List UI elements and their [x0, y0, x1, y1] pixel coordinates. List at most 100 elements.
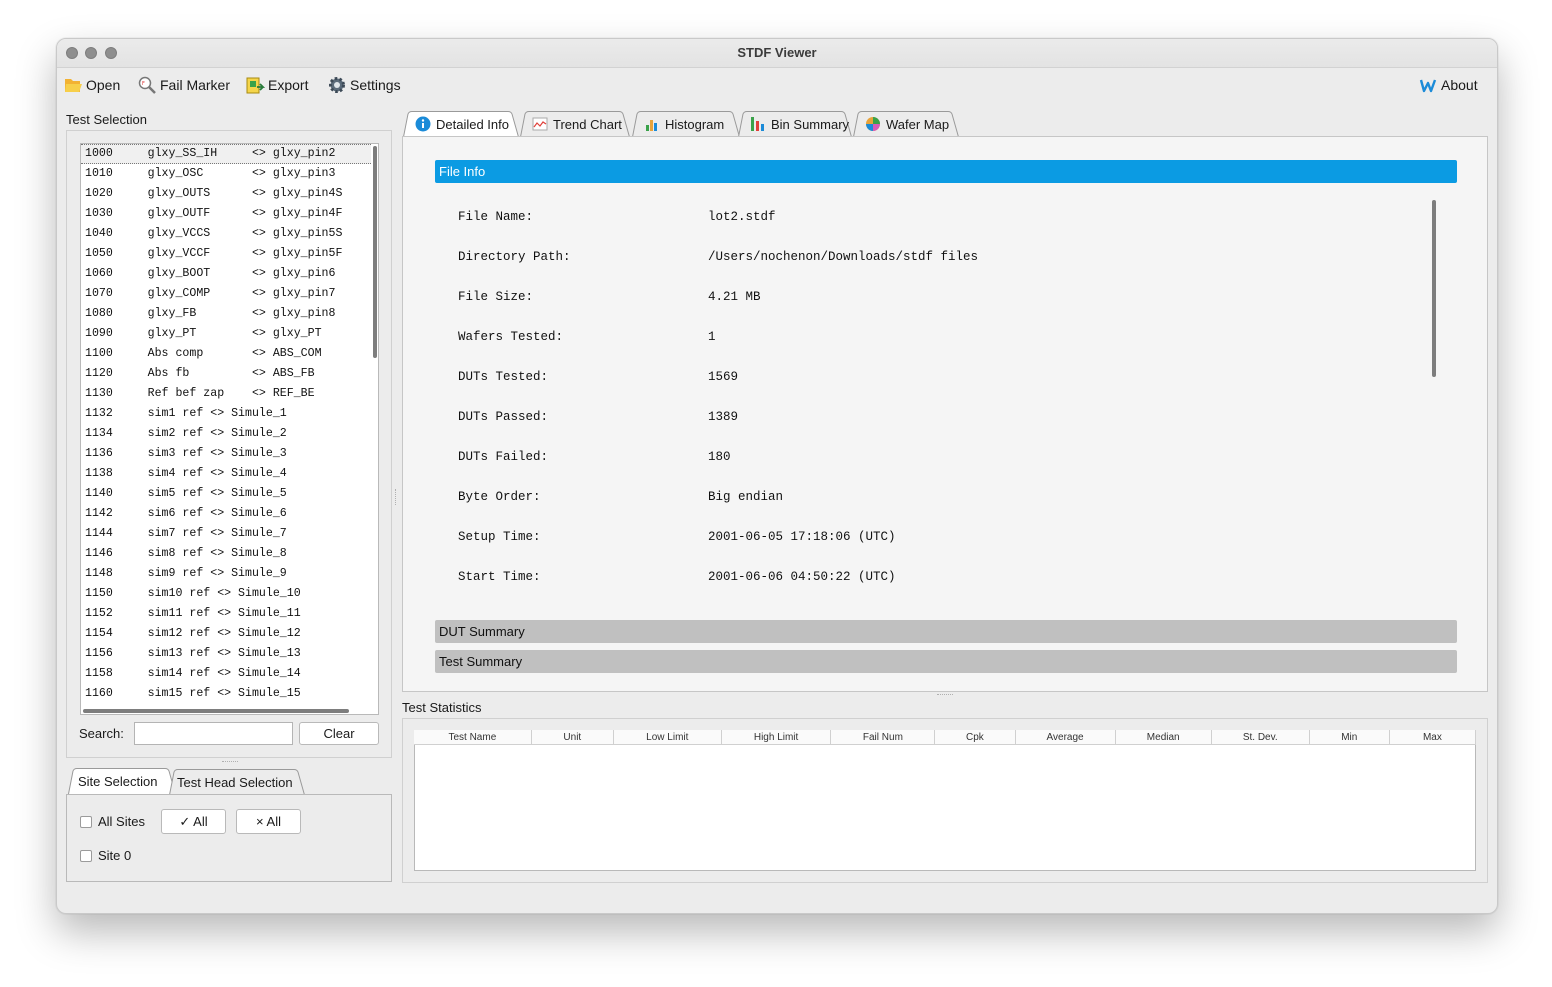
- about-button[interactable]: About: [1418, 75, 1478, 95]
- left-splitter-handle[interactable]: [222, 761, 238, 764]
- stats-column-header[interactable]: Cpk: [934, 730, 1016, 745]
- file-info-value: 1: [708, 330, 716, 344]
- test-list-item[interactable]: 1154 sim12 ref <> Simule_12: [81, 624, 371, 644]
- file-info-value: 180: [708, 450, 731, 464]
- test-list-item[interactable]: 1050 glxy_VCCF <> glxy_pin5F: [81, 244, 371, 264]
- test-list-horizontal-scrollbar[interactable]: [83, 709, 349, 713]
- tab-bin-summary[interactable]: Bin Summary: [738, 111, 852, 137]
- file-info-label: DUTs Passed:: [458, 410, 549, 424]
- folder-open-icon: [65, 79, 82, 92]
- stats-column-header[interactable]: St. Dev.: [1211, 730, 1310, 745]
- test-list-item[interactable]: 1130 Ref bef zap <> REF_BE: [81, 384, 371, 404]
- tab-detailed-info-label: Detailed Info: [436, 116, 509, 132]
- test-list-item[interactable]: 1120 Abs fb <> ABS_FB: [81, 364, 371, 384]
- test-list-item[interactable]: 1148 sim9 ref <> Simule_9: [81, 564, 371, 584]
- stats-column-header[interactable]: Min: [1309, 730, 1390, 745]
- test-list-item[interactable]: 1020 glxy_OUTS <> glxy_pin4S: [81, 184, 371, 204]
- uncheck-all-button[interactable]: × All: [236, 809, 301, 834]
- clear-button[interactable]: Clear: [299, 722, 379, 745]
- tab-histogram[interactable]: Histogram: [632, 111, 740, 137]
- all-sites-checkbox[interactable]: All Sites: [80, 814, 145, 829]
- test-list-item[interactable]: 1060 glxy_BOOT <> glxy_pin6: [81, 264, 371, 284]
- stats-column-header[interactable]: High Limit: [721, 730, 832, 745]
- stats-column-header[interactable]: Median: [1115, 730, 1212, 745]
- test-list-item[interactable]: 1000 glxy_SS_IH <> glxy_pin2: [81, 144, 371, 164]
- test-list-item[interactable]: 1152 sim11 ref <> Simule_11: [81, 604, 371, 624]
- stats-column-header[interactable]: Test Name: [414, 730, 532, 745]
- test-list-item[interactable]: 1160 sim15 ref <> Simule_15: [81, 684, 371, 704]
- title-bar: STDF Viewer: [57, 39, 1497, 68]
- test-list-item[interactable]: 1158 sim14 ref <> Simule_14: [81, 664, 371, 684]
- test-list-item[interactable]: 1040 glxy_VCCS <> glxy_pin5S: [81, 224, 371, 244]
- file-info-value: 4.21 MB: [708, 290, 761, 304]
- gear-icon: [329, 77, 345, 93]
- file-info-label: File Name:: [458, 210, 534, 224]
- trend-chart-icon: [532, 117, 548, 131]
- test-list-item[interactable]: 1010 glxy_OSC <> glxy_pin3: [81, 164, 371, 184]
- tab-site-selection-label: Site Selection: [78, 773, 158, 789]
- vertical-splitter-handle[interactable]: [395, 489, 398, 505]
- test-list[interactable]: 1000 glxy_SS_IH <> glxy_pin2 1010 glxy_OS…: [80, 143, 379, 715]
- file-info-scrollbar[interactable]: [1432, 200, 1436, 377]
- test-list-item[interactable]: 1080 glxy_FB <> glxy_pin8: [81, 304, 371, 324]
- file-info-value: 2001-06-05 17:18:06 (UTC): [708, 530, 896, 544]
- test-list-item[interactable]: 1150 sim10 ref <> Simule_10: [81, 584, 371, 604]
- test-summary-header[interactable]: Test Summary: [435, 650, 1457, 673]
- fail-marker-label: Fail Marker: [160, 77, 231, 93]
- tab-trend-chart[interactable]: Trend Chart: [520, 111, 630, 137]
- site-0-checkbox[interactable]: Site 0: [80, 848, 131, 863]
- check-all-button[interactable]: ✓ All: [161, 809, 226, 834]
- stats-column-header[interactable]: Fail Num: [830, 730, 936, 745]
- wafer-map-icon: [866, 117, 880, 131]
- file-info-value: lot2.stdf: [708, 210, 776, 224]
- file-info-value: 2001-06-06 04:50:22 (UTC): [708, 570, 896, 584]
- test-list-item[interactable]: 1146 sim8 ref <> Simule_8: [81, 544, 371, 564]
- file-info-header[interactable]: File Info: [435, 160, 1457, 183]
- stats-column-header[interactable]: Low Limit: [613, 730, 722, 745]
- test-list-item[interactable]: 1132 sim1 ref <> Simule_1: [81, 404, 371, 424]
- stats-column-header[interactable]: Average: [1015, 730, 1116, 745]
- tab-site-selection[interactable]: Site Selection: [68, 768, 176, 794]
- file-info-label: Byte Order:: [458, 490, 541, 504]
- open-button[interactable]: Open: [63, 75, 120, 95]
- tab-test-head-selection-label: Test Head Selection: [177, 774, 293, 790]
- export-button[interactable]: Export: [245, 75, 308, 95]
- file-info-label: Setup Time:: [458, 530, 541, 544]
- test-statistics-table: Test Name Unit Low Limit High Limit Fail Num…: [414, 730, 1477, 745]
- file-info-value: Big endian: [708, 490, 784, 504]
- tab-wafer-map[interactable]: Wafer Map: [853, 111, 959, 137]
- file-info-label: DUTs Failed:: [458, 450, 549, 464]
- test-list-vertical-scrollbar[interactable]: [373, 146, 377, 358]
- test-list-item[interactable]: 1156 sim13 ref <> Simule_13: [81, 644, 371, 664]
- tab-wafer-map-label: Wafer Map: [886, 116, 950, 132]
- bin-summary-icon: [751, 117, 764, 131]
- all-sites-label: All Sites: [98, 814, 145, 829]
- horizontal-splitter-handle[interactable]: [937, 694, 953, 697]
- fail-marker-button[interactable]: F Fail Marker: [137, 75, 230, 95]
- stats-column-header[interactable]: Max: [1389, 730, 1477, 745]
- tab-test-head-selection[interactable]: Test Head Selection: [169, 769, 305, 795]
- settings-button[interactable]: Settings: [327, 75, 401, 95]
- search-input[interactable]: [134, 722, 293, 745]
- file-info-value: 1389: [708, 410, 739, 424]
- svg-text:F: F: [142, 81, 145, 87]
- test-list-item[interactable]: 1090 glxy_PT <> glxy_PT: [81, 324, 371, 344]
- test-list-item[interactable]: 1144 sim7 ref <> Simule_7: [81, 524, 371, 544]
- tab-detailed-info[interactable]: Detailed Info: [403, 111, 519, 137]
- site-0-checkbox-box: [80, 849, 92, 862]
- test-list-item[interactable]: 1140 sim5 ref <> Simule_5: [81, 484, 371, 504]
- test-statistics-table-area[interactable]: [414, 730, 1476, 871]
- detailed-info-panel: File Info File Name: lot2.stdf Directory P…: [402, 136, 1488, 692]
- test-list-item[interactable]: 1100 Abs comp <> ABS_COM: [81, 344, 371, 364]
- info-icon: [415, 116, 431, 132]
- test-list-item[interactable]: 1142 sim6 ref <> Simule_6: [81, 504, 371, 524]
- dut-summary-header[interactable]: DUT Summary: [435, 620, 1457, 643]
- test-selection-label: Test Selection: [66, 112, 147, 127]
- test-list-item[interactable]: 1134 sim2 ref <> Simule_2: [81, 424, 371, 444]
- app-window: STDF Viewer Open F Fail Marker Export Se…: [56, 38, 1498, 914]
- test-list-item[interactable]: 1136 sim3 ref <> Simule_3: [81, 444, 371, 464]
- stats-column-header[interactable]: Unit: [531, 730, 614, 745]
- test-list-item[interactable]: 1030 glxy_OUTF <> glxy_pin4F: [81, 204, 371, 224]
- test-list-item[interactable]: 1070 glxy_COMP <> glxy_pin7: [81, 284, 371, 304]
- test-list-item[interactable]: 1138 sim4 ref <> Simule_4: [81, 464, 371, 484]
